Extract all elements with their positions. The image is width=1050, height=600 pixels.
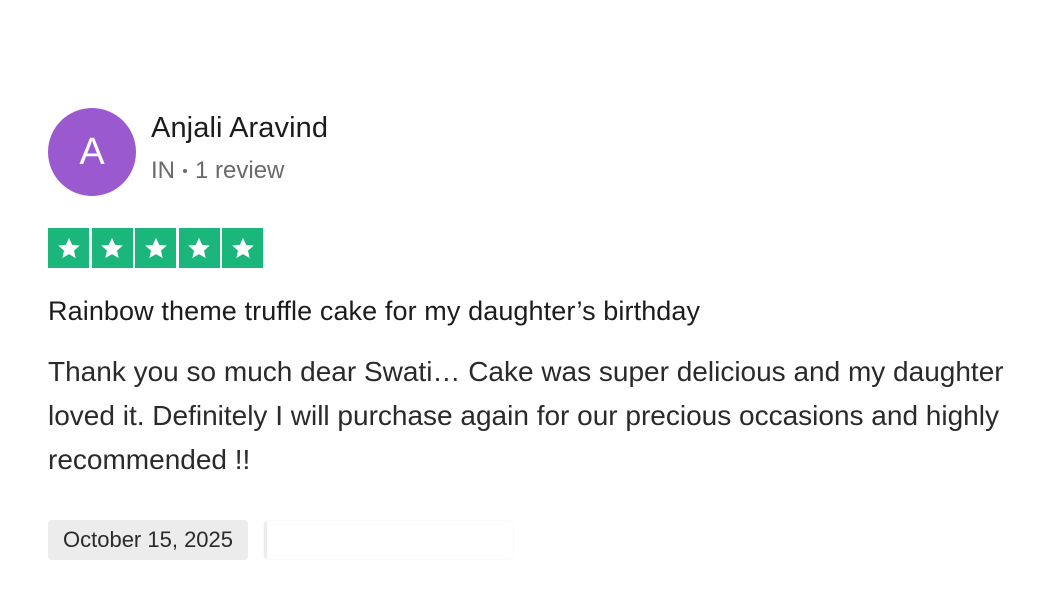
review-card: A Anjali Aravind IN 1 review Rainbow the… (48, 108, 1018, 560)
review-footer: October 15, 2025 (48, 520, 1018, 560)
reviewer-info: Anjali Aravind IN 1 review (151, 108, 328, 186)
reviewer-header: A Anjali Aravind IN 1 review (48, 108, 1018, 196)
review-body: Thank you so much dear Swati… Cake was s… (48, 356, 1004, 475)
review-date: October 15, 2025 (48, 520, 249, 560)
reviewer-meta: IN 1 review (151, 156, 328, 186)
star-rating (48, 228, 1018, 268)
star-icon (135, 228, 176, 268)
review-title[interactable]: Rainbow theme truffle cake for my daught… (48, 294, 1018, 328)
star-icon (222, 228, 263, 268)
reviewer-name[interactable]: Anjali Aravind (151, 110, 328, 146)
separator-dot (183, 169, 187, 173)
star-icon (178, 228, 220, 268)
star-icon (91, 228, 133, 268)
reviewer-review-count: 1 review (195, 157, 285, 184)
blank-chip (264, 521, 513, 559)
avatar[interactable]: A (48, 108, 136, 196)
avatar-initial: A (79, 130, 105, 173)
reviewer-country: IN (151, 157, 175, 184)
star-icon (48, 228, 89, 268)
